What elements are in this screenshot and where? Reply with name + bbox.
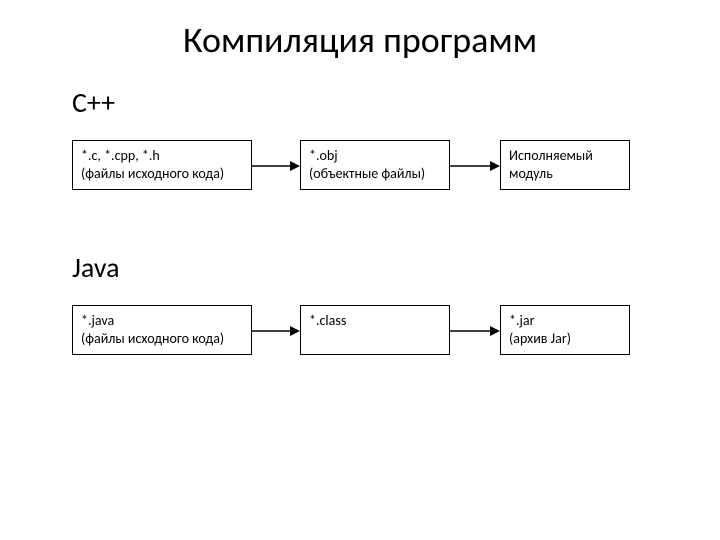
java-box-source: *.java (файлы исходного кода) xyxy=(72,305,252,355)
java-box-source-line2: (файлы исходного кода) xyxy=(81,330,243,348)
cpp-box-source-line2: (файлы исходного кода) xyxy=(81,165,243,183)
cpp-box-exe-line1: Исполняемый xyxy=(509,147,621,165)
cpp-box-exe: Исполняемый модуль xyxy=(500,140,630,190)
cpp-box-obj: *.obj (объектные файлы) xyxy=(300,140,450,190)
java-box-jar-line2: (архив Jar) xyxy=(509,330,621,348)
section-label-java: Java xyxy=(72,250,120,285)
cpp-box-obj-line1: *.obj xyxy=(309,147,441,165)
java-box-source-line1: *.java xyxy=(81,312,243,330)
java-box-class: *.class xyxy=(300,305,450,355)
cpp-box-obj-line2: (объектные файлы) xyxy=(309,165,441,183)
arrow-icon xyxy=(450,158,500,174)
cpp-box-exe-line2: модуль xyxy=(509,165,621,183)
java-box-class-line1: *.class xyxy=(309,312,441,330)
java-box-jar: *.jar (архив Jar) xyxy=(500,305,630,355)
page-title: Компиляция программ xyxy=(0,18,720,62)
section-label-cpp: C++ xyxy=(72,85,115,120)
arrow-icon xyxy=(450,323,500,339)
java-box-jar-line1: *.jar xyxy=(509,312,621,330)
cpp-box-source-line1: *.c, *.cpp, *.h xyxy=(81,147,243,165)
cpp-box-source: *.c, *.cpp, *.h (файлы исходного кода) xyxy=(72,140,252,190)
arrow-icon xyxy=(252,158,300,174)
arrow-icon xyxy=(252,323,300,339)
